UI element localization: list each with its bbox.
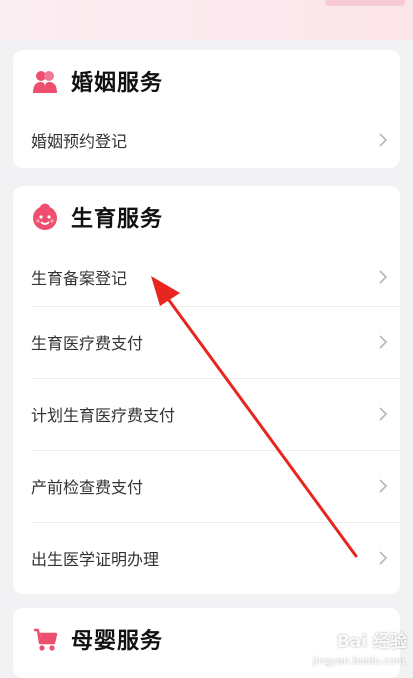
menu-item-birth-registration[interactable]: 生育备案登记 <box>13 248 400 306</box>
chevron-right-icon <box>379 479 388 493</box>
chevron-right-icon <box>379 133 388 147</box>
baidu-jingyan-watermark: Bai 经验 jingyan.baidu.com <box>295 627 407 667</box>
fertility-services-card: 生育服务 生育备案登记 生育医疗费支付 计划生育医疗费支付 产前检查费支付 出生… <box>13 186 400 594</box>
chevron-right-icon <box>379 407 388 421</box>
menu-item-birth-medical-payment[interactable]: 生育医疗费支付 <box>13 306 400 378</box>
watermark-logo: Bai 经验 <box>336 632 407 652</box>
menu-item-label: 婚姻预约登记 <box>31 132 128 151</box>
menu-item-label: 生育备案登记 <box>31 269 128 288</box>
section-title: 婚姻服务 <box>71 71 164 96</box>
menu-item-label: 生育医疗费支付 <box>31 334 144 353</box>
menu-item-prenatal-checkup-payment[interactable]: 产前检查费支付 <box>13 450 400 522</box>
chevron-right-icon <box>379 551 388 565</box>
marriage-services-card: 婚姻服务 婚姻预约登记 <box>13 50 400 168</box>
watermark-url: jingyan.baidu.com <box>312 656 405 667</box>
chevron-right-icon <box>379 270 388 284</box>
section-title: 生育服务 <box>71 207 164 232</box>
menu-item-label: 计划生育医疗费支付 <box>31 406 176 425</box>
chevron-right-icon <box>379 335 388 349</box>
section-header: 婚姻服务 <box>13 50 400 112</box>
couple-icon <box>33 71 57 93</box>
menu-item-birth-certificate[interactable]: 出生医学证明办理 <box>13 522 400 594</box>
baby-face-icon <box>33 203 57 230</box>
section-header: 生育服务 <box>13 186 400 248</box>
menu-item-label: 出生医学证明办理 <box>31 550 160 569</box>
top-banner <box>0 0 413 40</box>
top-tab-edge <box>325 0 405 6</box>
menu-item-marriage-appointment[interactable]: 婚姻预约登记 <box>13 112 400 168</box>
section-title: 母婴服务 <box>71 629 164 654</box>
stroller-icon <box>34 628 58 651</box>
menu-item-label: 产前检查费支付 <box>31 478 144 497</box>
menu-item-family-planning-payment[interactable]: 计划生育医疗费支付 <box>13 378 400 450</box>
